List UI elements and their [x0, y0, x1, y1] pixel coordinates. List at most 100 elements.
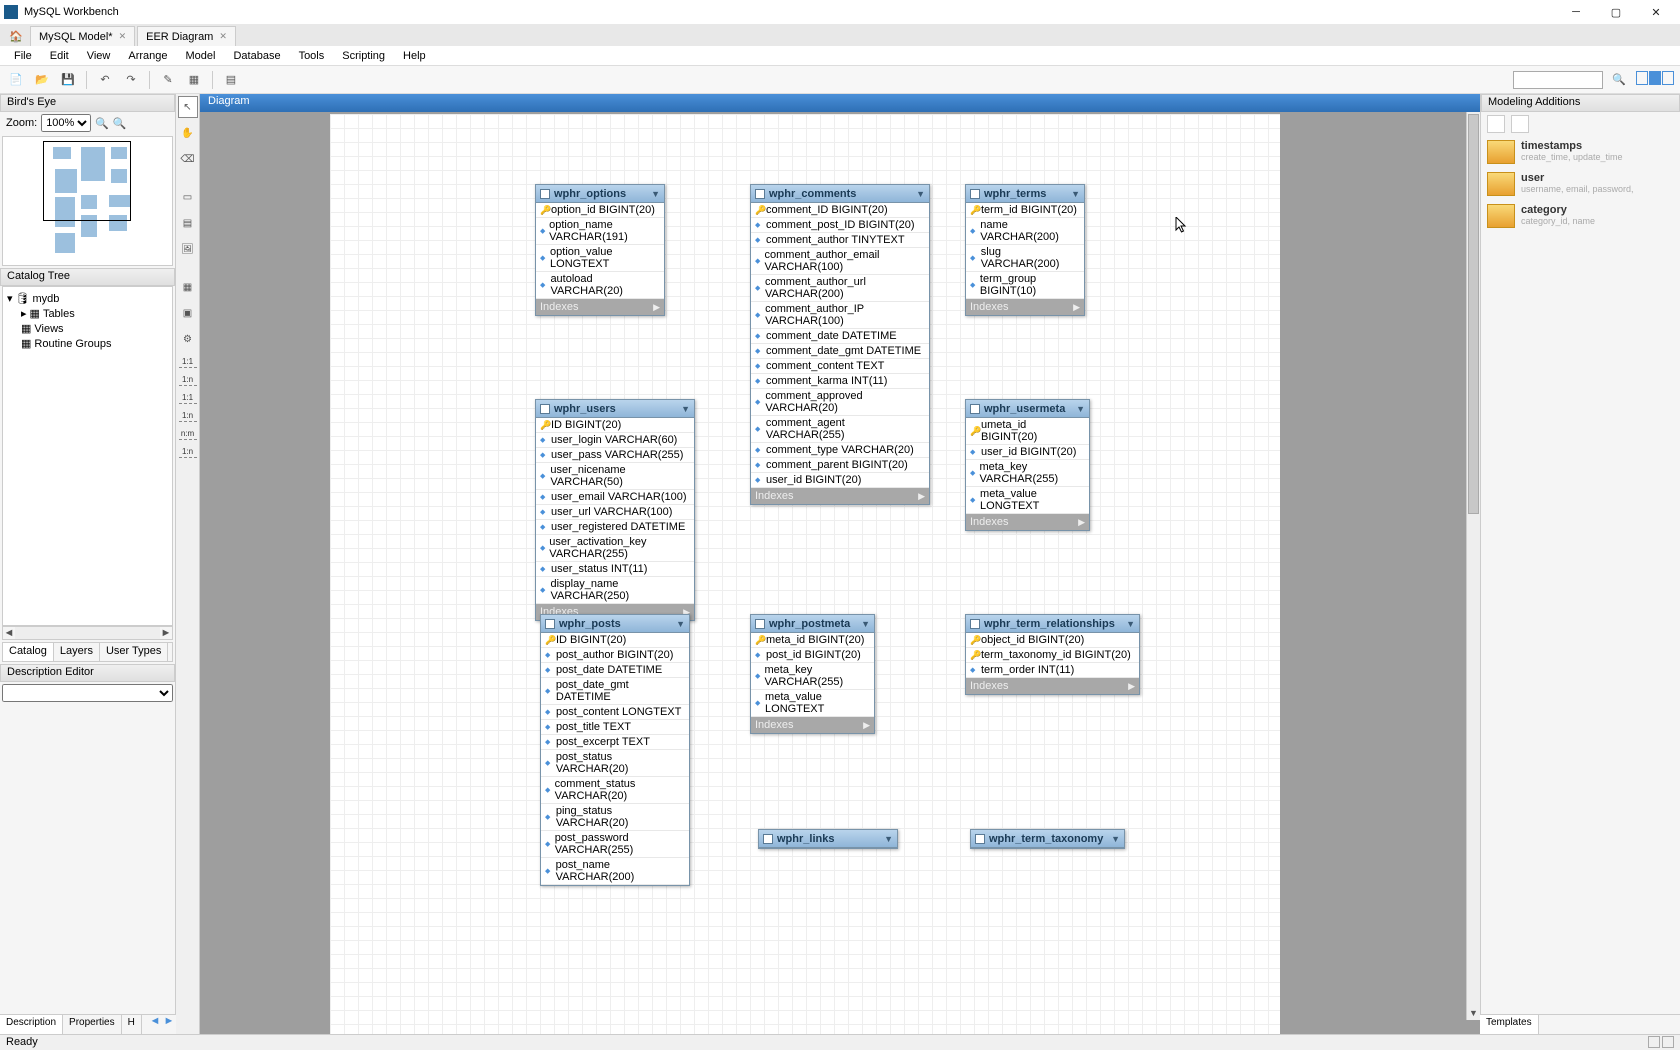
maximize-button[interactable]: ▢ — [1596, 2, 1636, 22]
tab-close-icon[interactable]: ✕ — [219, 31, 227, 42]
table-header[interactable]: wphr_links ▼ — [759, 830, 897, 848]
menu-model[interactable]: Model — [178, 48, 224, 64]
table-column[interactable]: ◆slug VARCHAR(200) — [966, 245, 1084, 272]
table-column[interactable]: ◆user_email VARCHAR(100) — [536, 490, 694, 505]
table-header[interactable]: wphr_terms ▼ — [966, 185, 1084, 203]
chevron-down-icon[interactable]: ▼ — [1076, 404, 1085, 414]
tab-history[interactable]: H — [122, 1015, 142, 1034]
table-column[interactable]: ◆comment_type VARCHAR(20) — [751, 443, 929, 458]
template-user[interactable]: userusername, email, password, — [1481, 168, 1680, 200]
validate-icon[interactable]: ✎ — [158, 70, 178, 90]
table-options[interactable]: wphr_options ▼🔑option_id BIGINT(20)◆opti… — [535, 184, 665, 316]
table-column[interactable]: 🔑term_id BIGINT(20) — [966, 203, 1084, 218]
menu-edit[interactable]: Edit — [42, 48, 77, 64]
expand-icon[interactable]: ▶ — [863, 720, 870, 731]
expand-icon[interactable]: ▾ — [7, 292, 13, 305]
tab-properties[interactable]: Properties — [63, 1015, 122, 1034]
tab-close-icon[interactable]: ✕ — [119, 31, 127, 42]
table-column[interactable]: ◆display_name VARCHAR(250) — [536, 577, 694, 604]
table-users[interactable]: wphr_users ▼🔑ID BIGINT(20)◆user_login VA… — [535, 399, 695, 621]
table-column[interactable]: ◆comment_parent BIGINT(20) — [751, 458, 929, 473]
table-column[interactable]: ◆comment_status VARCHAR(20) — [541, 777, 689, 804]
table-column[interactable]: ◆user_nicename VARCHAR(50) — [536, 463, 694, 490]
table-column[interactable]: ◆meta_key VARCHAR(255) — [751, 663, 874, 690]
redo-icon[interactable]: ↷ — [121, 70, 141, 90]
catalog-tree[interactable]: ▾🛢mydb ▸▦Tables ▦Views ▦Routine Groups — [2, 286, 173, 626]
table-column[interactable]: 🔑object_id BIGINT(20) — [966, 633, 1139, 648]
table-column[interactable]: 🔑option_id BIGINT(20) — [536, 203, 664, 218]
tree-db[interactable]: ▾🛢mydb — [7, 291, 168, 306]
table-column[interactable]: 🔑term_taxonomy_id BIGINT(20) — [966, 648, 1139, 663]
table-tool-icon[interactable]: ▦ — [178, 276, 198, 298]
tab-description[interactable]: Description — [0, 1015, 63, 1034]
chevron-down-icon[interactable]: ▼ — [1071, 189, 1080, 199]
tree-tables[interactable]: ▸▦Tables — [7, 306, 168, 321]
diagram-paper[interactable]: wphr_options ▼🔑option_id BIGINT(20)◆opti… — [330, 114, 1280, 1034]
table-header[interactable]: wphr_posts ▼ — [541, 615, 689, 633]
new-icon[interactable]: 📄 — [6, 70, 26, 90]
table-usermeta[interactable]: wphr_usermeta ▼🔑umeta_id BIGINT(20)◆user… — [965, 399, 1090, 531]
table-column[interactable]: ◆post_password VARCHAR(255) — [541, 831, 689, 858]
table-column[interactable]: ◆post_content LONGTEXT — [541, 705, 689, 720]
menu-file[interactable]: File — [6, 48, 40, 64]
table-column[interactable]: ◆term_order INT(11) — [966, 663, 1139, 678]
save-icon[interactable]: 💾 — [58, 70, 78, 90]
expand-icon[interactable]: ▶ — [1078, 517, 1085, 528]
scroll-thumb[interactable] — [1468, 114, 1479, 514]
export-icon[interactable]: ▤ — [221, 70, 241, 90]
table-column[interactable]: ◆comment_agent VARCHAR(255) — [751, 416, 929, 443]
menu-view[interactable]: View — [79, 48, 119, 64]
rel-1n-tool[interactable]: 1:n — [179, 376, 197, 386]
rel-11i-tool[interactable]: 1:1 — [179, 394, 197, 404]
chevron-down-icon[interactable]: ▼ — [1126, 619, 1135, 629]
open-icon[interactable]: 📂 — [32, 70, 52, 90]
template-timestamps[interactable]: timestampscreate_time, update_time — [1481, 136, 1680, 168]
table-column[interactable]: ◆post_date_gmt DATETIME — [541, 678, 689, 705]
table-header[interactable]: wphr_options ▼ — [536, 185, 664, 203]
table-column[interactable]: ◆post_status VARCHAR(20) — [541, 750, 689, 777]
chevron-down-icon[interactable]: ▼ — [916, 189, 925, 199]
undo-icon[interactable]: ↶ — [95, 70, 115, 90]
table-column[interactable]: ◆option_value LONGTEXT — [536, 245, 664, 272]
indexes-row[interactable]: Indexes▶ — [751, 488, 929, 504]
menu-database[interactable]: Database — [225, 48, 288, 64]
zoom-in-icon[interactable]: 🔍 — [95, 117, 109, 130]
table-column[interactable]: ◆post_author BIGINT(20) — [541, 648, 689, 663]
tab-layers[interactable]: Layers — [54, 643, 100, 661]
table-header[interactable]: wphr_term_relationships ▼ — [966, 615, 1139, 633]
v-scrollbar[interactable]: ▲ ▼ — [1466, 112, 1480, 1020]
indexes-row[interactable]: Indexes▶ — [966, 514, 1089, 530]
table-column[interactable]: ◆post_name VARCHAR(200) — [541, 858, 689, 885]
home-tab[interactable]: 🏠 — [4, 26, 28, 46]
table-column[interactable]: ◆post_excerpt TEXT — [541, 735, 689, 750]
template-category[interactable]: categorycategory_id, name — [1481, 200, 1680, 232]
table-column[interactable]: ◆comment_date DATETIME — [751, 329, 929, 344]
table-column[interactable]: ◆user_activation_key VARCHAR(255) — [536, 535, 694, 562]
tab-diagram[interactable]: EER Diagram ✕ — [137, 26, 236, 46]
birdseye-view[interactable] — [2, 136, 173, 266]
table-column[interactable]: ◆comment_content TEXT — [751, 359, 929, 374]
desc-select[interactable] — [2, 684, 173, 702]
diagram-canvas[interactable]: wphr_options ▼🔑option_id BIGINT(20)◆opti… — [200, 112, 1480, 1034]
tab-usertypes[interactable]: User Types — [100, 643, 168, 661]
table-comments[interactable]: wphr_comments ▼🔑comment_ID BIGINT(20)◆co… — [750, 184, 930, 505]
tab-next-icon[interactable]: ► — [162, 1015, 176, 1034]
table-column[interactable]: ◆autoload VARCHAR(20) — [536, 272, 664, 299]
table-posts[interactable]: wphr_posts ▼🔑ID BIGINT(20)◆post_author B… — [540, 614, 690, 886]
tab-prev-icon[interactable]: ◄ — [148, 1015, 162, 1034]
grid-icon[interactable]: ▦ — [184, 70, 204, 90]
table-column[interactable]: ◆user_registered DATETIME — [536, 520, 694, 535]
table-column[interactable]: 🔑meta_id BIGINT(20) — [751, 633, 874, 648]
table-terms[interactable]: wphr_terms ▼🔑term_id BIGINT(20)◆name VAR… — [965, 184, 1085, 316]
table-column[interactable]: ◆comment_approved VARCHAR(20) — [751, 389, 929, 416]
table-header[interactable]: wphr_usermeta ▼ — [966, 400, 1089, 418]
hand-tool-icon[interactable]: ✋ — [178, 122, 198, 144]
h-scrollbar[interactable]: ◄► — [2, 626, 173, 640]
table-column[interactable]: ◆name VARCHAR(200) — [966, 218, 1084, 245]
table-column[interactable]: ◆option_name VARCHAR(191) — [536, 218, 664, 245]
table-column[interactable]: ◆comment_date_gmt DATETIME — [751, 344, 929, 359]
table-column[interactable]: ◆term_group BIGINT(10) — [966, 272, 1084, 299]
table-term-taxonomy[interactable]: wphr_term_taxonomy ▼ — [970, 829, 1125, 849]
menu-help[interactable]: Help — [395, 48, 434, 64]
zoom-out-icon[interactable]: 🔍 — [113, 117, 127, 130]
